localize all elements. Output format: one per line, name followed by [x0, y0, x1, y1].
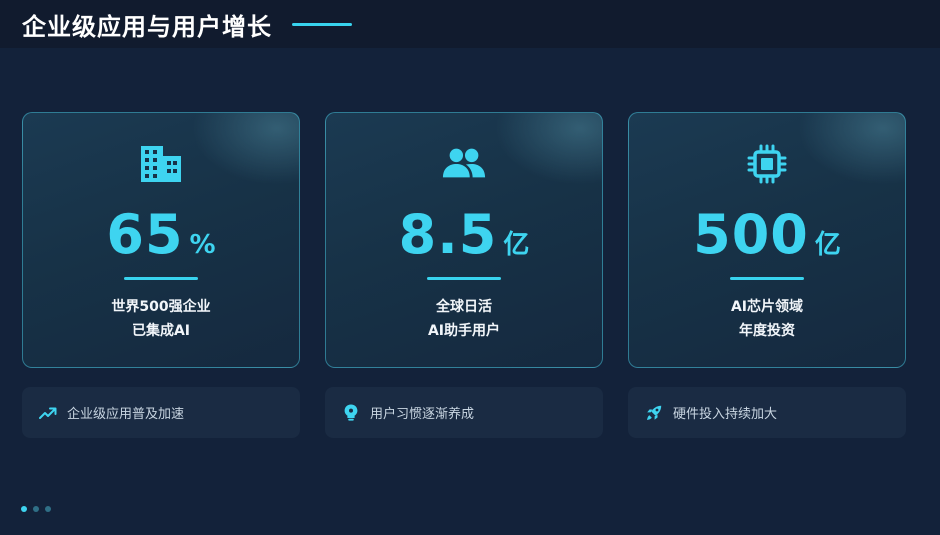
- stat-card-users: 8.5 亿 全球日活 AI助手用户: [325, 112, 603, 368]
- trend-note-text: 硬件投入持续加大: [673, 407, 778, 422]
- stat-value: 500 亿: [629, 208, 905, 262]
- rocket-icon: [645, 404, 663, 422]
- stat-cards: 65 % 世界500强企业 已集成AI 8.5 亿 全球日活 AI助手用户 50…: [22, 112, 906, 368]
- stat-description: AI芯片领域 年度投资: [629, 295, 905, 343]
- pagination-dot-1[interactable]: [21, 506, 27, 512]
- value-underline: [124, 277, 198, 280]
- stat-description-line1: 世界500强企业: [111, 299, 211, 315]
- stat-number: 500: [693, 203, 809, 266]
- stat-unit: %: [189, 230, 216, 260]
- users-icon: [441, 143, 487, 185]
- stat-value: 65 %: [23, 208, 299, 262]
- trend-notes: 企业级应用普及加速 用户习惯逐渐养成 硬件投入持续加大: [22, 387, 906, 438]
- building-icon: [138, 143, 184, 185]
- stat-number: 8.5: [398, 203, 498, 266]
- trend-note-text: 用户习惯逐渐养成: [370, 407, 475, 422]
- stat-description-line1: AI芯片领域: [730, 299, 804, 315]
- pagination-dots: [21, 506, 51, 512]
- stat-unit: 亿: [814, 230, 841, 260]
- value-underline: [427, 277, 501, 280]
- stat-description-line2: AI助手用户: [427, 323, 501, 339]
- trend-note-enterprise: 企业级应用普及加速: [22, 387, 300, 438]
- stat-card-enterprise: 65 % 世界500强企业 已集成AI: [22, 112, 300, 368]
- stat-description-line1: 全球日活: [436, 299, 492, 315]
- trend-note-text: 企业级应用普及加速: [67, 407, 185, 422]
- lightbulb-head-icon: [342, 404, 360, 422]
- header: 企业级应用与用户增长: [0, 0, 940, 48]
- value-underline: [730, 277, 804, 280]
- stat-description-line2: 已集成AI: [131, 323, 191, 339]
- pagination-dot-2[interactable]: [33, 506, 39, 512]
- stat-card-chip: 500 亿 AI芯片领域 年度投资: [628, 112, 906, 368]
- stat-value: 8.5 亿: [326, 208, 602, 262]
- chip-icon: [744, 143, 790, 185]
- trending-up-icon: [39, 404, 57, 422]
- stat-unit: 亿: [503, 230, 530, 260]
- stat-description-line2: 年度投资: [739, 323, 795, 339]
- pagination-dot-3[interactable]: [45, 506, 51, 512]
- title-accent-line: [292, 22, 352, 26]
- trend-note-hardware: 硬件投入持续加大: [628, 387, 906, 438]
- page-title: 企业级应用与用户增长: [22, 12, 272, 41]
- stat-number: 65: [106, 203, 184, 266]
- stat-description: 世界500强企业 已集成AI: [23, 295, 299, 343]
- stat-description: 全球日活 AI助手用户: [326, 295, 602, 343]
- trend-note-users: 用户习惯逐渐养成: [325, 387, 603, 438]
